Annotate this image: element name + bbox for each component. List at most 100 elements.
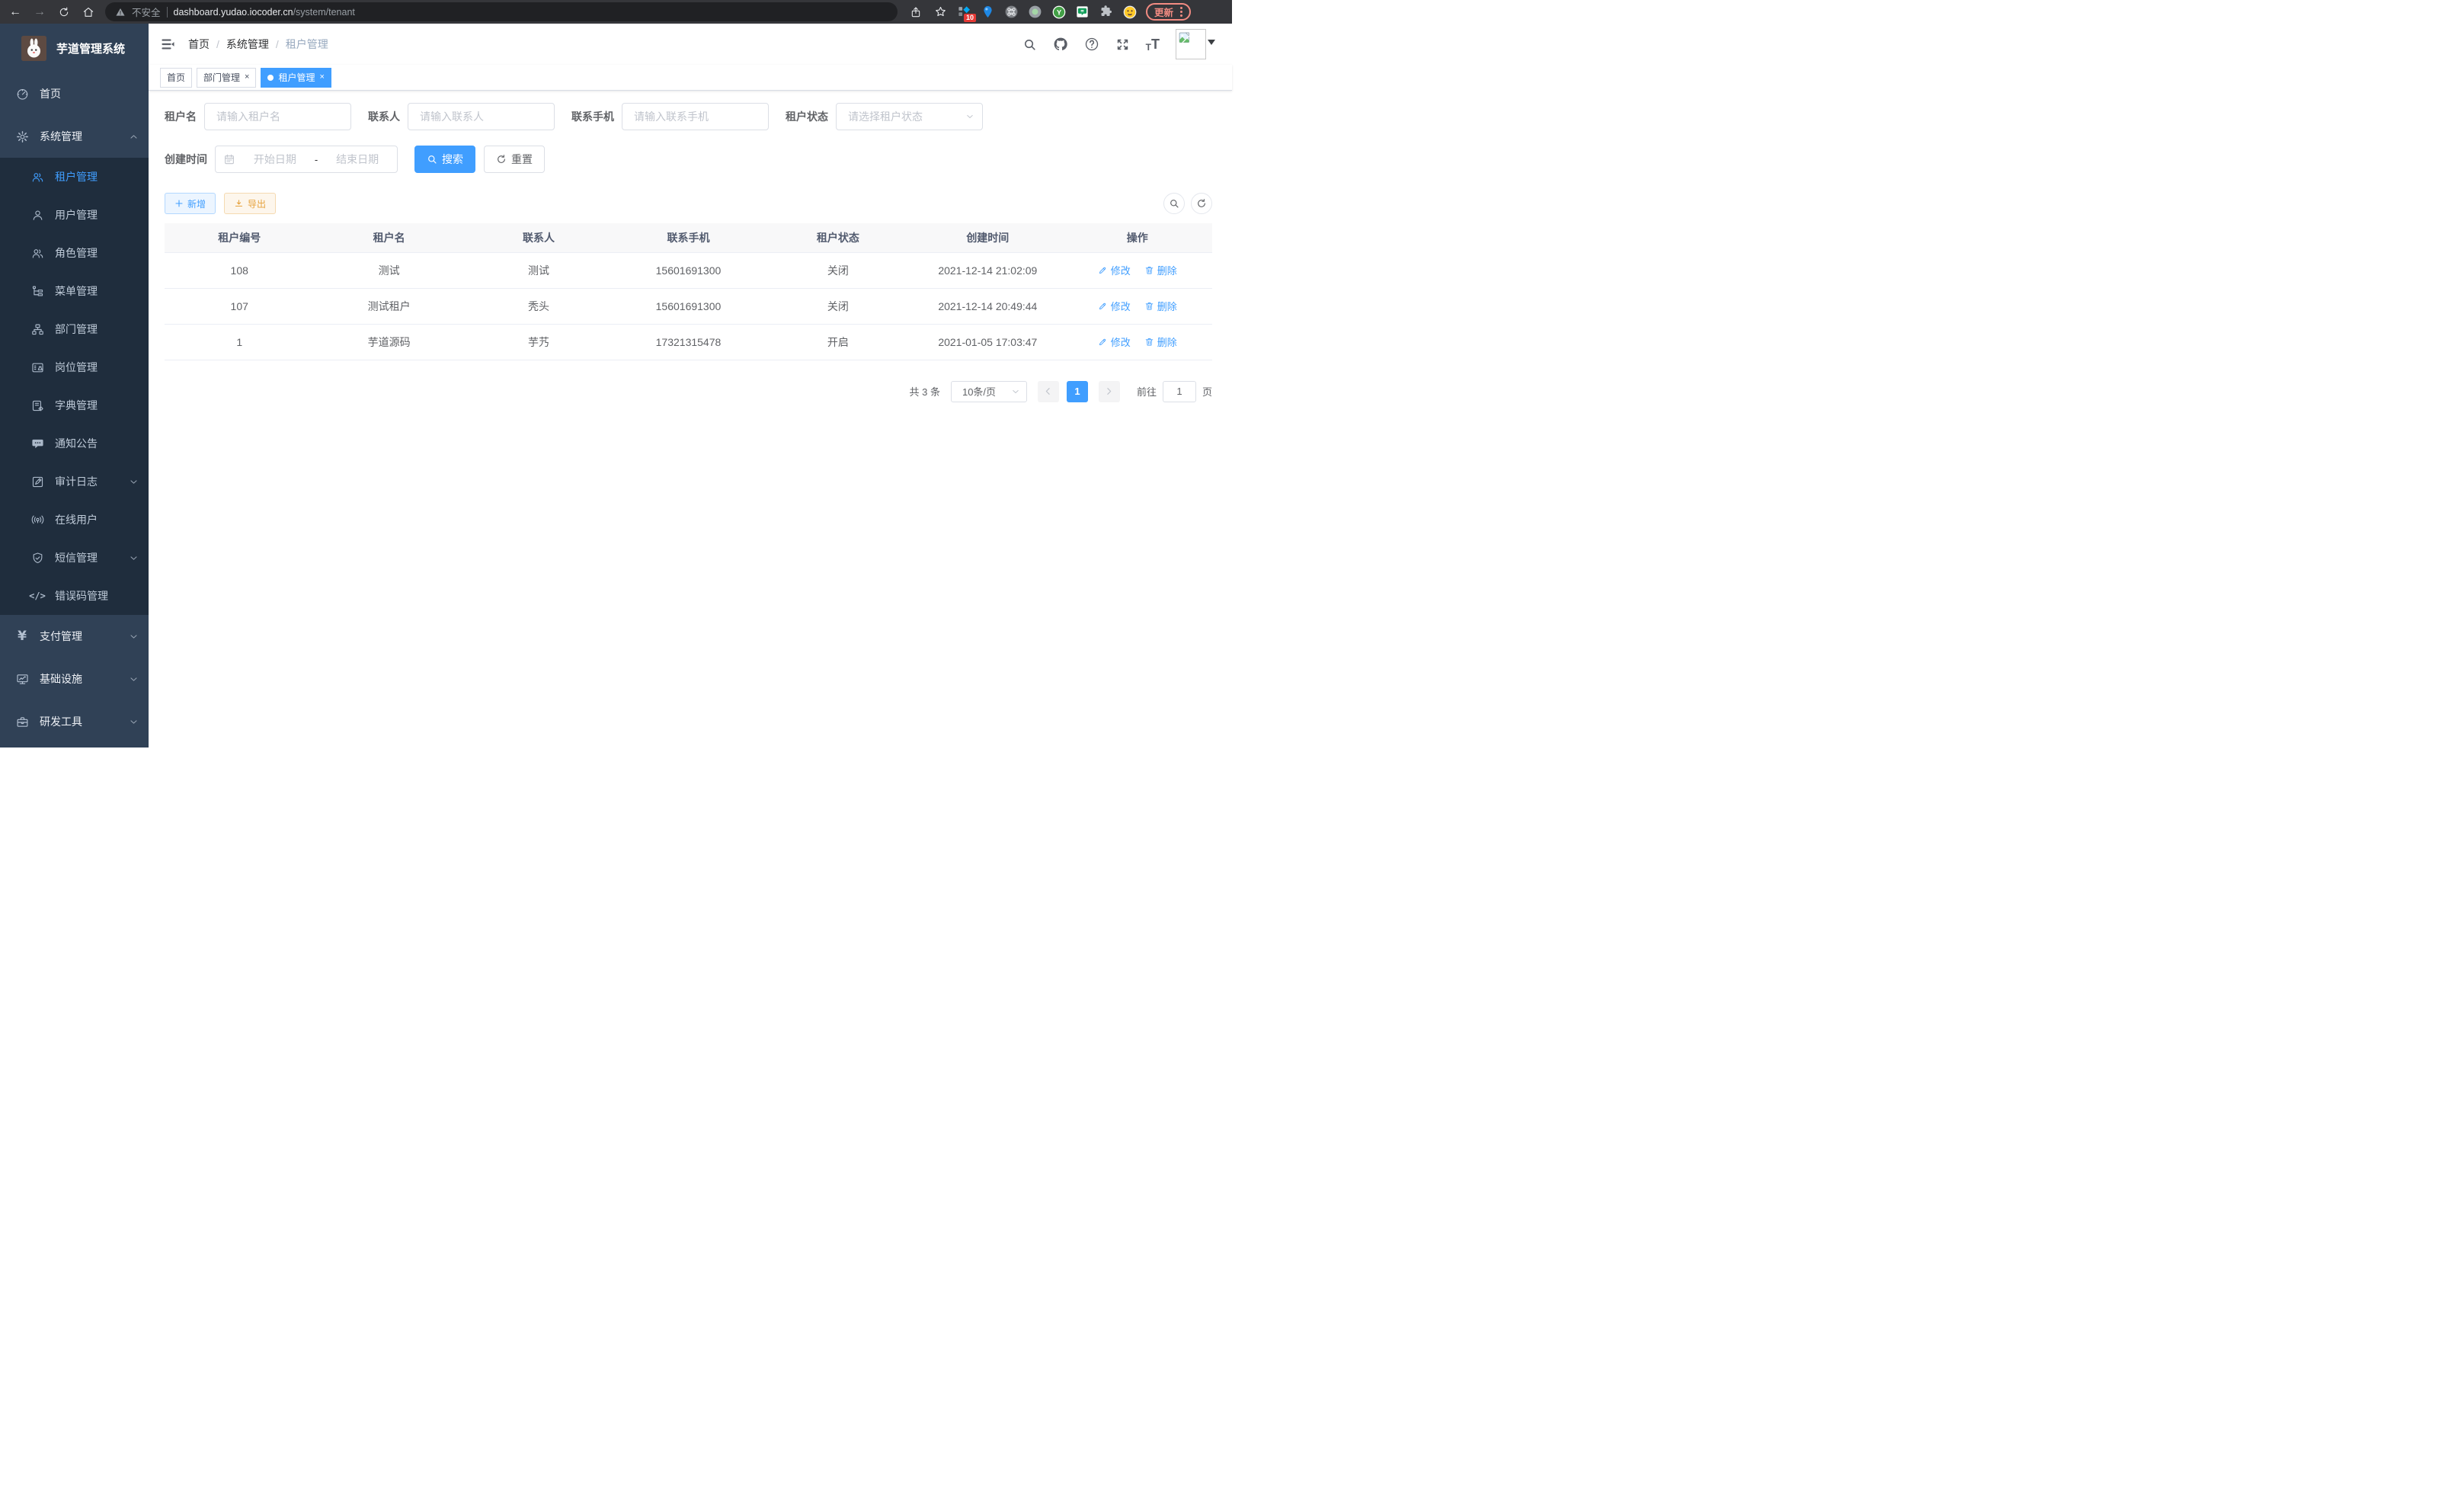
total-count: 共 3 条 (910, 384, 940, 399)
contact-input[interactable] (408, 103, 555, 130)
extension-command-icon[interactable] (1004, 5, 1019, 19)
tags-view: 首页部门管理×租户管理× (149, 65, 1232, 91)
profile-avatar-icon[interactable] (1122, 5, 1137, 19)
column-header: 租户编号 (165, 223, 314, 252)
chevron-down-icon (129, 674, 139, 684)
extension-badge: 10 (964, 14, 976, 22)
sidebar-item-label: 审计日志 (55, 474, 129, 489)
hamburger-icon[interactable] (161, 37, 176, 52)
chevron-down-icon (129, 632, 139, 642)
home-icon[interactable] (81, 5, 96, 20)
breadcrumb-item: 租户管理 (286, 37, 328, 52)
page-size-select[interactable]: 10条/页 (951, 381, 1027, 402)
sidebar-item-role[interactable]: 角色管理 (0, 234, 149, 272)
table-row: 108测试测试15601691300关闭2021-12-14 21:02:09修… (165, 252, 1212, 288)
goto-page-input[interactable] (1163, 381, 1196, 402)
reset-button[interactable]: 重置 (484, 146, 545, 173)
sidebar-item-tenant[interactable]: 租户管理 (0, 158, 149, 196)
sidebar-item-audit-log[interactable]: 审计日志 (0, 463, 149, 501)
avatar[interactable] (1176, 29, 1206, 59)
pen-icon (1098, 301, 1108, 311)
create-time-range-picker[interactable]: 开始日期 - 结束日期 (215, 146, 398, 173)
extension-circle-icon[interactable] (1028, 5, 1042, 19)
shield-icon (30, 551, 44, 565)
edit-link[interactable]: 修改 (1098, 299, 1131, 313)
sidebar-item-label: 租户管理 (55, 169, 139, 184)
search-button[interactable]: 搜索 (414, 146, 475, 173)
delete-link[interactable]: 删除 (1144, 299, 1177, 313)
tab-close-icon[interactable]: × (245, 73, 249, 82)
sidebar-item-online-user[interactable]: 在线用户 (0, 501, 149, 539)
sidebar-item-post[interactable]: 岗位管理 (0, 348, 149, 386)
reload-icon[interactable] (56, 5, 72, 20)
fullscreen-icon[interactable] (1115, 37, 1130, 52)
mobile-label: 联系手机 (571, 109, 614, 124)
column-header: 联系人 (464, 223, 613, 252)
delete-link[interactable]: 删除 (1144, 263, 1177, 277)
sidebar-item-home[interactable]: 首页 (0, 72, 149, 115)
extension-balloon-icon[interactable] (981, 5, 995, 19)
sidebar-item-user[interactable]: 用户管理 (0, 196, 149, 234)
refresh-table-button[interactable] (1191, 193, 1212, 214)
address-bar[interactable]: 不安全 dashboard.yudao.iocoder.cn/system/te… (105, 2, 898, 21)
sidebar-item-dict[interactable]: 字典管理 (0, 386, 149, 424)
tenant-name-input[interactable] (204, 103, 351, 130)
extensions-puzzle-icon[interactable] (1099, 5, 1113, 19)
tenant-status-select[interactable]: 请选择租户状态 (836, 103, 983, 130)
table-row: 1芋道源码芋艿17321315478开启2021-01-05 17:03:47修… (165, 324, 1212, 360)
header-search-icon[interactable] (1022, 37, 1037, 52)
avatar-dropdown-caret-icon[interactable] (1208, 40, 1215, 49)
extension-y-icon[interactable]: Y (1051, 5, 1066, 19)
chrome-menu-icon[interactable] (1180, 7, 1182, 17)
share-icon[interactable] (908, 5, 923, 20)
sidebar-logo[interactable]: 芋道管理系统 (0, 24, 149, 72)
breadcrumb-item[interactable]: 系统管理 (226, 37, 269, 52)
extension-grid-icon[interactable]: 10 (957, 5, 971, 19)
sidebar-item-notice[interactable]: 通知公告 (0, 424, 149, 463)
warning-icon (115, 7, 126, 18)
bookmark-star-icon[interactable] (933, 5, 948, 20)
sidebar-item-system[interactable]: 系统管理 (0, 115, 149, 158)
extension-chat-icon[interactable] (1075, 5, 1090, 19)
breadcrumb-item[interactable]: 首页 (188, 37, 210, 52)
sidebar-item-dev-tool[interactable]: 研发工具 (0, 700, 149, 743)
edit-link[interactable]: 修改 (1098, 335, 1131, 349)
toggle-search-button[interactable] (1163, 193, 1185, 214)
prev-page-button[interactable] (1038, 381, 1059, 402)
delete-link[interactable]: 删除 (1144, 335, 1177, 349)
chevron-down-icon (129, 477, 139, 487)
page-number-button[interactable]: 1 (1067, 381, 1088, 402)
url-host: dashboard.yudao.iocoder.cn (174, 7, 293, 18)
calendar-icon (223, 153, 235, 165)
tab-close-icon[interactable]: × (319, 73, 324, 82)
add-button[interactable]: 新增 (165, 193, 216, 214)
sidebar-item-label: 错误码管理 (55, 588, 139, 603)
font-size-icon[interactable]: TT (1146, 37, 1160, 53)
sidebar-item-pay[interactable]: ¥支付管理 (0, 615, 149, 658)
goto-label: 前往 (1137, 384, 1157, 399)
tab-部门管理[interactable]: 部门管理× (197, 68, 256, 88)
page-suffix: 页 (1202, 384, 1212, 399)
export-button[interactable]: 导出 (224, 193, 276, 214)
cell-name: 芋道源码 (314, 324, 463, 360)
sidebar-item-dept[interactable]: 部门管理 (0, 310, 149, 348)
github-icon[interactable] (1053, 37, 1068, 52)
tab-首页[interactable]: 首页 (160, 68, 192, 88)
tab-租户管理[interactable]: 租户管理× (261, 68, 331, 88)
sidebar: 芋道管理系统 首页系统管理租户管理用户管理角色管理菜单管理部门管理岗位管理字典管… (0, 24, 149, 748)
help-icon[interactable] (1084, 37, 1099, 52)
back-icon[interactable]: ← (8, 5, 23, 20)
code-icon: </> (30, 589, 44, 603)
sidebar-item-error-code[interactable]: </> 错误码管理 (0, 577, 149, 615)
trash-icon (1144, 265, 1154, 275)
sidebar-item-menu[interactable]: 菜单管理 (0, 272, 149, 310)
chrome-update-button[interactable]: 更新 (1146, 3, 1191, 21)
sidebar-item-label: 字典管理 (55, 398, 139, 413)
sidebar-item-infra[interactable]: 基础设施 (0, 658, 149, 700)
next-page-button[interactable] (1099, 381, 1120, 402)
sidebar-item-sms[interactable]: 短信管理 (0, 539, 149, 577)
edit-link[interactable]: 修改 (1098, 263, 1131, 277)
mobile-input[interactable] (622, 103, 769, 130)
badge-icon (30, 360, 44, 374)
forward-icon[interactable]: → (32, 5, 47, 20)
